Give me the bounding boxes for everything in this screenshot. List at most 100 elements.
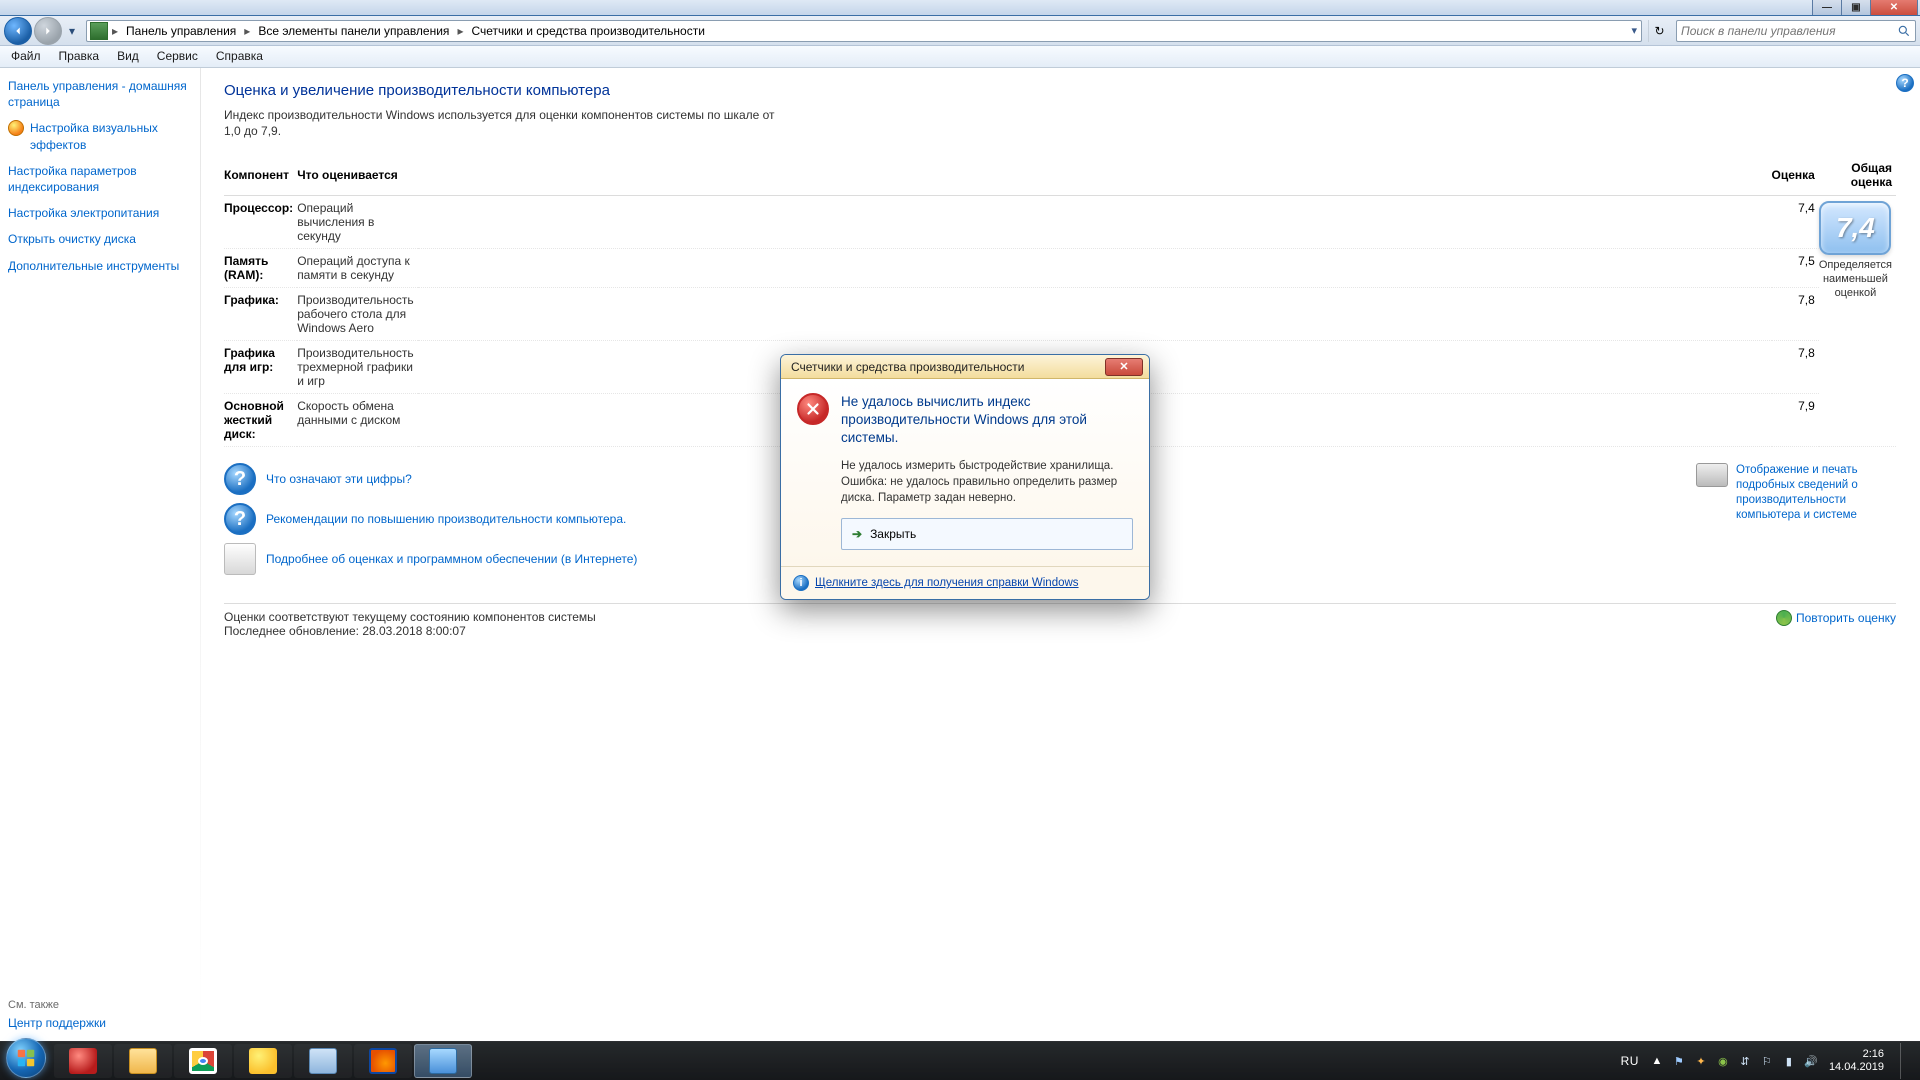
menu-view[interactable]: Вид (108, 46, 148, 67)
menu-bar: Файл Правка Вид Сервис Справка (0, 46, 1920, 68)
refresh-icon (1776, 610, 1792, 626)
sidebar-item-home[interactable]: Панель управления - домашняя страница (8, 78, 192, 110)
refresh-button[interactable]: ↻ (1648, 20, 1670, 42)
see-also-heading: См. также (8, 999, 192, 1011)
chevron-right-icon[interactable]: ▸ (455, 24, 465, 38)
sidebar-item-indexing[interactable]: Настройка параметров индексирования (8, 163, 192, 195)
row-desc: Операций вычисления в секунду (297, 196, 417, 249)
row-desc: Производительность трехмерной графики и … (297, 341, 417, 394)
system-tray: RU ▲ ⚑ ✦ ◉ ⇵ ⚐ ▮ 🔊 2:16 14.04.2019 (1621, 1043, 1914, 1079)
breadcrumb-seg-1[interactable]: Все элементы панели управления (252, 21, 455, 41)
nav-row: ▾ ▸ Панель управления ▸ Все элементы пан… (0, 16, 1920, 46)
question-icon: ? (224, 503, 256, 535)
table-row: Процессор: Операций вычисления в секунду… (224, 196, 1896, 249)
footer-status-line2: Последнее обновление: 28.03.2018 8:00:07 (224, 624, 596, 638)
computer-icon (90, 22, 108, 40)
dialog-titlebar[interactable]: Счетчики и средства производительности ✕ (781, 355, 1149, 379)
emoji-icon (249, 1048, 277, 1074)
search-box[interactable] (1676, 20, 1916, 42)
menu-edit[interactable]: Правка (50, 46, 109, 67)
dialog-title: Счетчики и средства производительности (791, 360, 1024, 374)
print-details-label[interactable]: Отображение и печать подробных сведений … (1736, 463, 1896, 523)
row-score: 7,8 (1772, 288, 1819, 341)
dialog-close-button[interactable]: ✕ (1105, 358, 1143, 376)
tray-app-icon[interactable]: ✦ (1693, 1053, 1709, 1069)
tray-volume-icon[interactable]: 🔊 (1803, 1053, 1819, 1069)
tray-clock[interactable]: 2:16 14.04.2019 (1829, 1048, 1884, 1073)
arrow-right-icon: ➔ (852, 527, 862, 541)
question-icon: ? (224, 463, 256, 495)
taskbar-app-5[interactable] (294, 1044, 352, 1078)
rerun-assessment[interactable]: Повторить оценку (1776, 610, 1896, 626)
print-details-link[interactable]: Отображение и печать подробных сведений … (1696, 463, 1896, 523)
dialog-message: Не удалось измерить быстродействие храни… (841, 458, 1133, 506)
link-more-online[interactable]: Подробнее об оценках и программном обесп… (266, 552, 637, 566)
rerun-label[interactable]: Повторить оценку (1796, 611, 1896, 625)
search-input[interactable] (1681, 24, 1896, 38)
sidebar-item-cleanup[interactable]: Открыть очистку диска (8, 231, 192, 247)
row-desc: Операций доступа к памяти в секунду (297, 249, 417, 288)
tray-nvidia-icon[interactable]: ◉ (1715, 1053, 1731, 1069)
sidebar-item-visual-effects[interactable]: Настройка визуальных эффектов (8, 120, 192, 152)
chevron-right-icon[interactable]: ▸ (110, 24, 120, 38)
row-component: Процессор: (224, 196, 297, 249)
taskbar-app-firefox[interactable] (354, 1044, 412, 1078)
tray-action-center-icon[interactable]: ⚐ (1759, 1053, 1775, 1069)
show-desktop-button[interactable] (1900, 1043, 1910, 1079)
table-row: Графика: Производительность рабочего сто… (224, 288, 1896, 341)
dialog-help-link[interactable]: Щелкните здесь для получения справки Win… (815, 577, 1079, 589)
taskbar-app-control-panel[interactable] (414, 1044, 472, 1078)
error-dialog: Счетчики и средства производительности ✕… (780, 354, 1150, 600)
page-title: Оценка и увеличение производительности к… (224, 82, 1896, 99)
base-score-caption: Определяется наименьшей оценкой (1819, 259, 1892, 300)
dialog-close-action[interactable]: ➔ Закрыть (841, 518, 1133, 550)
page-subtitle: Индекс производительности Windows исполь… (224, 107, 784, 139)
row-score: 7,5 (1772, 249, 1819, 288)
tray-network-icon[interactable]: ⇵ (1737, 1053, 1753, 1069)
link-what-numbers[interactable]: Что означают эти цифры? (266, 472, 412, 486)
chevron-down-icon[interactable]: ▾ (1631, 24, 1637, 37)
breadcrumb-seg-0[interactable]: Панель управления (120, 21, 242, 41)
nav-history-dropdown[interactable]: ▾ (64, 20, 80, 42)
tray-show-hidden[interactable]: ▲ (1649, 1053, 1665, 1069)
tray-bluetooth-icon[interactable]: ⚑ (1671, 1053, 1687, 1069)
row-desc: Производительность рабочего стола для Wi… (297, 288, 417, 341)
tray-time: 2:16 (1829, 1048, 1884, 1061)
dialog-heading: Не удалось вычислить индекс производител… (841, 393, 1133, 448)
chevron-right-icon[interactable]: ▸ (242, 24, 252, 38)
row-component: Графика для игр: (224, 341, 297, 394)
taskbar-app-4[interactable] (234, 1044, 292, 1078)
taskbar-app-explorer[interactable] (114, 1044, 172, 1078)
input-language[interactable]: RU (1621, 1054, 1639, 1068)
row-score: 7,4 (1772, 196, 1819, 249)
menu-service[interactable]: Сервис (148, 46, 207, 67)
start-button[interactable] (6, 1038, 46, 1078)
breadcrumb[interactable]: ▸ Панель управления ▸ Все элементы панел… (86, 20, 1642, 42)
printer-icon (1696, 463, 1728, 487)
col-component: Компонент (224, 157, 297, 196)
tray-date: 14.04.2019 (1829, 1061, 1884, 1074)
sidebar-item-action-center[interactable]: Центр поддержки (8, 1015, 192, 1031)
taskbar-app-1[interactable] (54, 1044, 112, 1078)
folder-icon (129, 1048, 157, 1074)
nav-forward-button[interactable] (34, 17, 62, 45)
taskbar-app-chrome[interactable] (174, 1044, 232, 1078)
row-component: Графика: (224, 288, 297, 341)
table-row: Память (RAM): Операций доступа к памяти … (224, 249, 1896, 288)
link-recommendations[interactable]: Рекомендации по повышению производительн… (266, 512, 626, 526)
row-score: 7,9 (1772, 394, 1819, 447)
search-icon[interactable] (1896, 23, 1911, 39)
tray-power-icon[interactable]: ▮ (1781, 1053, 1797, 1069)
nav-back-button[interactable] (4, 17, 32, 45)
dialog-action-label: Закрыть (870, 527, 916, 541)
control-panel-icon (429, 1048, 457, 1074)
sidebar-item-power[interactable]: Настройка электропитания (8, 205, 192, 221)
breadcrumb-seg-2[interactable]: Счетчики и средства производительности (465, 21, 710, 41)
menu-help[interactable]: Справка (207, 46, 272, 67)
base-score-badge: 7,4 (1819, 201, 1891, 255)
menu-file[interactable]: Файл (2, 46, 50, 67)
help-icon[interactable]: ? (1896, 74, 1914, 92)
window-icon (309, 1048, 337, 1074)
sidebar-item-advanced[interactable]: Дополнительные инструменты (8, 258, 192, 274)
row-desc: Скорость обмена данными с диском (297, 394, 417, 447)
